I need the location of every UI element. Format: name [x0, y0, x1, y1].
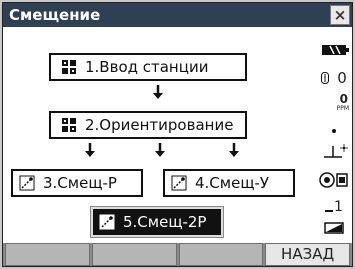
menu-item-station-input[interactable]: 1.Ввод станции	[49, 53, 247, 81]
arrow-down-icon	[85, 143, 95, 157]
softkey-2[interactable]	[91, 243, 177, 266]
ppm-indicator: 0 PPM	[316, 93, 352, 119]
target-icon	[319, 172, 348, 188]
softkey-3[interactable]	[178, 243, 264, 266]
back-button[interactable]: НАЗАД	[265, 243, 350, 266]
softkey-1[interactable]	[5, 243, 90, 266]
softkey-bar: НАЗАД	[3, 243, 352, 266]
arrow-down-icon	[153, 85, 163, 99]
ppm-value: 0	[339, 92, 348, 106]
offset-icon	[19, 175, 35, 191]
instrument-screen: Смещение × 1.Ввод станции 2.Ориентирован…	[2, 2, 353, 267]
menu-item-label: 3.Смещ-Р	[43, 174, 117, 192]
ppm-unit: PPM	[336, 105, 349, 112]
menu-area: 1.Ввод станции 2.Ориентирование 3.Смещ-Р…	[3, 27, 316, 243]
menu-item-offset-angle[interactable]: 4.Смещ-У	[163, 169, 295, 197]
close-button[interactable]: ×	[330, 5, 350, 25]
prism-constant-value: 0	[337, 69, 347, 87]
menu-item-label: 4.Смещ-У	[195, 174, 270, 192]
face-indicator: 1	[316, 197, 352, 215]
menu-item-label: 5.Смещ-2Р	[123, 213, 207, 231]
menu-item-label: 2.Ориентирование	[85, 116, 234, 134]
arrow-down-icon	[155, 143, 165, 157]
prism-constant-indicator: 0	[316, 69, 352, 87]
status-sidebar: 0 0 PPM 1	[316, 27, 352, 243]
prism-icon	[321, 72, 330, 84]
menu-item-offset-2dist[interactable]: 5.Смещ-2Р	[90, 206, 224, 238]
grid-icon	[62, 60, 76, 74]
menu-item-label: 1.Ввод станции	[85, 58, 209, 76]
memory-icon	[324, 222, 344, 234]
tilt-icon	[324, 144, 348, 158]
menu-item-offset-dist[interactable]: 3.Смещ-Р	[11, 169, 143, 197]
arrow-down-icon	[229, 143, 239, 157]
offset-icon	[99, 214, 115, 230]
grid-icon	[62, 118, 76, 132]
title-bar: Смещение ×	[3, 3, 352, 27]
face-value: 1	[334, 199, 343, 215]
battery-icon	[322, 45, 349, 55]
dot-indicator	[316, 121, 352, 133]
offset-icon	[171, 175, 187, 191]
window-title: Смещение	[9, 6, 101, 24]
menu-item-orientation[interactable]: 2.Ориентирование	[49, 111, 247, 139]
